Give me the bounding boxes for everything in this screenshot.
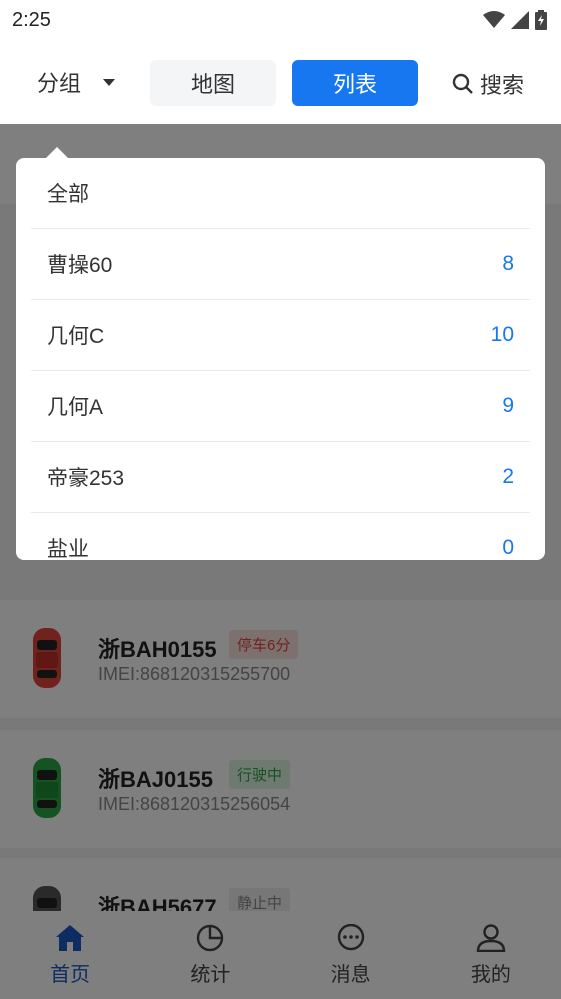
group-option-name: 几何A: [47, 396, 104, 419]
group-option-count: 9: [502, 394, 514, 417]
group-option[interactable]: 全部: [31, 158, 530, 229]
group-dropdown[interactable]: 分组: [37, 66, 116, 98]
battery-icon: [535, 10, 547, 30]
list-view-button[interactable]: 列表: [292, 60, 418, 106]
top-bar: 分组 地图 列表 搜索: [0, 40, 561, 124]
group-option-count: 0: [502, 536, 514, 559]
group-option-count: 10: [490, 323, 514, 346]
group-option[interactable]: 几何A 9: [31, 371, 530, 442]
chat-icon: [337, 923, 364, 950]
tab-label: 统计: [190, 963, 231, 986]
wifi-icon: [483, 11, 505, 28]
group-option[interactable]: 曹操60 8: [31, 229, 530, 300]
group-option-name: 全部: [47, 183, 89, 206]
popup-arrow: [46, 147, 68, 158]
group-option[interactable]: 几何C 10: [31, 300, 530, 371]
tab-label: 首页: [50, 963, 91, 986]
tab-label: 我的: [470, 963, 511, 986]
group-option-name: 盐业: [47, 538, 89, 560]
tab-messages[interactable]: 消息: [281, 911, 421, 999]
group-option-name: 几何C: [47, 325, 105, 348]
group-option-name: 帝豪253: [47, 467, 125, 490]
status-icons: [483, 10, 547, 30]
map-view-button[interactable]: 地图: [150, 60, 276, 106]
caret-down-icon: [103, 78, 116, 86]
group-option[interactable]: 盐业 0: [31, 513, 530, 560]
status-time: 2:25: [12, 8, 51, 31]
tab-profile[interactable]: 我的: [421, 911, 561, 999]
group-menu: 全部 曹操60 8 几何C 10 几何A 9 帝豪253 2 盐业 0: [16, 158, 545, 560]
group-option-count: 2: [502, 465, 514, 488]
search-button[interactable]: 搜索: [452, 68, 524, 100]
signal-icon: [511, 11, 529, 29]
bottom-tab-bar: 首页 统计 消息 我的: [0, 911, 561, 999]
pie-chart-icon: [197, 924, 224, 951]
tab-stats[interactable]: 统计: [140, 911, 280, 999]
group-option[interactable]: 帝豪253 2: [31, 442, 530, 513]
status-bar: 2:25: [0, 0, 561, 40]
group-option-count: 8: [502, 252, 514, 275]
tab-home[interactable]: 首页: [0, 911, 140, 999]
group-dropdown-label: 分组: [37, 71, 82, 96]
home-icon: [56, 924, 85, 951]
user-icon: [476, 923, 506, 952]
group-option-name: 曹操60: [47, 254, 113, 277]
search-label: 搜索: [479, 73, 524, 98]
tab-label: 消息: [330, 963, 371, 986]
search-icon: [452, 73, 473, 94]
